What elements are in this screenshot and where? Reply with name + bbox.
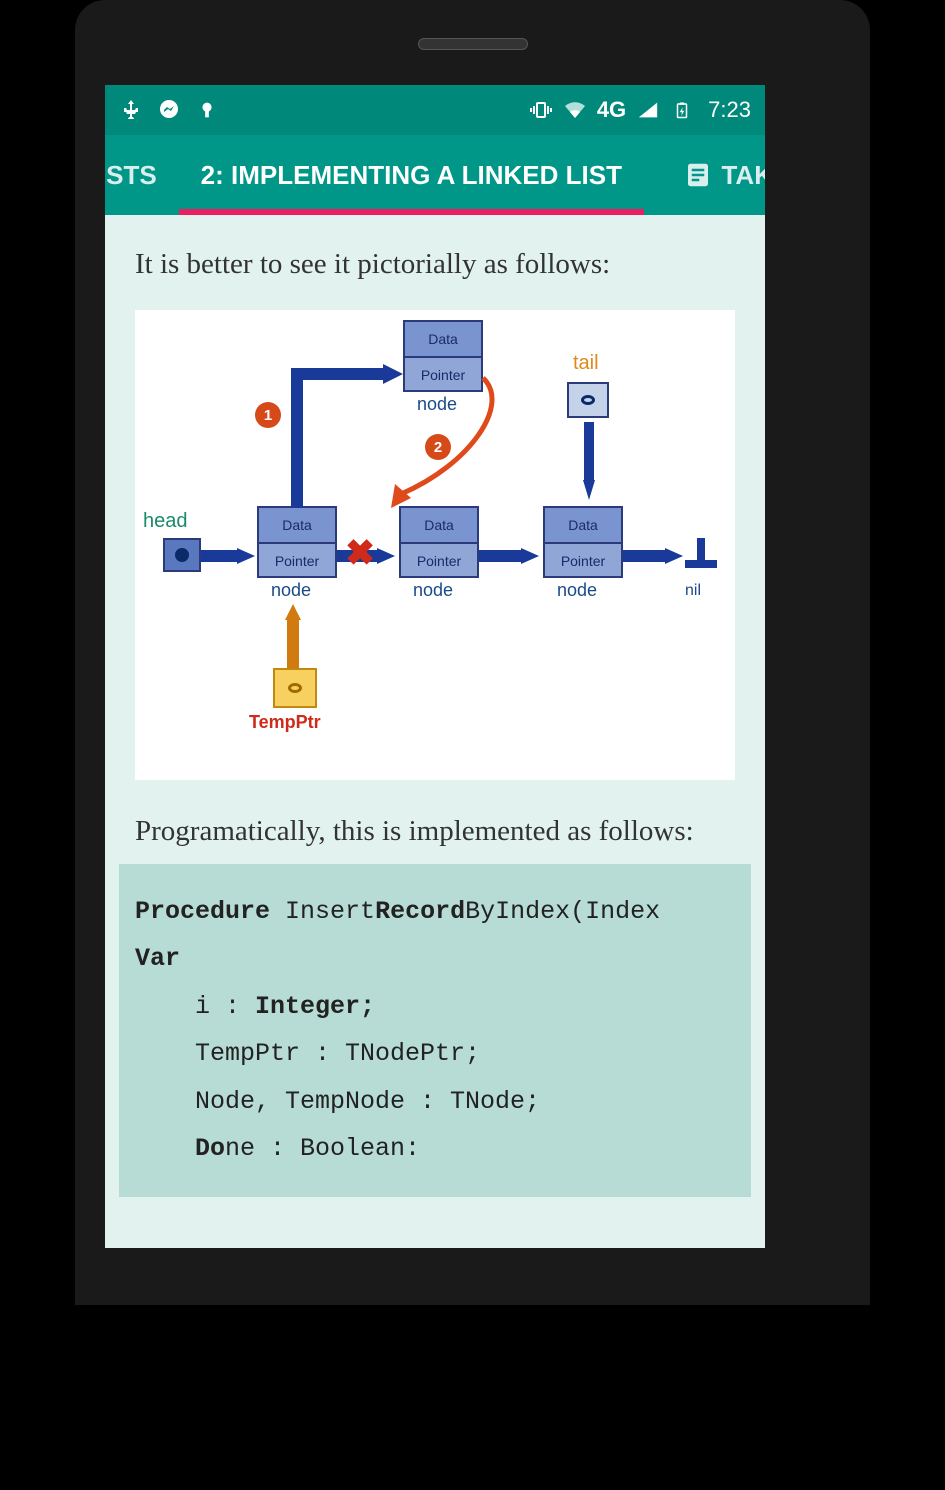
diagram-step1-badge: 1 xyxy=(255,402,281,428)
diagram-tempptr-label: TempPtr xyxy=(249,712,321,733)
arrow-tempptr xyxy=(287,604,307,670)
diagram-tail-label: tail xyxy=(573,352,599,375)
code-line-3: i : Integer; xyxy=(135,983,735,1031)
debug-icon xyxy=(195,98,219,122)
tab-bar: D LISTS 2: IMPLEMENTING A LINKED LIST TA… xyxy=(105,135,765,215)
clock: 7:23 xyxy=(708,97,751,123)
diagram-nil-symbol xyxy=(683,538,723,574)
vibrate-icon xyxy=(529,98,553,122)
content-area[interactable]: It is better to see it pictorially as fo… xyxy=(105,215,765,1211)
signal-icon xyxy=(636,98,660,122)
screen: 4G 7:23 D LISTS 2: IMPLEMENTING A LINKED… xyxy=(105,85,765,1248)
diagram-head-box xyxy=(163,538,201,572)
diagram-tempptr-box xyxy=(273,668,317,708)
diagram-head-label: head xyxy=(143,510,188,533)
wifi-icon xyxy=(563,98,587,122)
diagram-step2-badge: 2 xyxy=(425,434,451,460)
diagram-x-mark: ✖ xyxy=(345,532,375,574)
tab-implementing[interactable]: 2: IMPLEMENTING A LINKED LIST xyxy=(179,135,644,215)
tab-take-notes-label: TAK xyxy=(721,160,765,191)
diagram-node-1: Data Pointer xyxy=(257,506,337,578)
phone-speaker xyxy=(418,38,528,50)
messenger-icon xyxy=(157,98,181,122)
linked-list-diagram: Data Pointer node tail head Data Pointer xyxy=(135,310,735,780)
network-label: 4G xyxy=(597,97,626,123)
usb-icon xyxy=(119,98,143,122)
arrow-head-to-n1 xyxy=(201,548,257,570)
arrow-n3-to-nil xyxy=(623,548,687,570)
diagram-node-2: Data Pointer xyxy=(399,506,479,578)
code-block: Procedure InsertRecordByIndex(Index Var … xyxy=(119,864,751,1197)
diagram-data-label: Data xyxy=(405,322,481,356)
code-line-5: Node, TempNode : TNode; xyxy=(135,1078,735,1126)
code-line-6: Done : Boolean: xyxy=(135,1125,735,1173)
status-bar: 4G 7:23 xyxy=(105,85,765,135)
battery-icon xyxy=(670,98,694,122)
diagram-tail-box xyxy=(567,382,609,418)
code-line-2: Var xyxy=(135,935,735,983)
second-text: Programatically, this is implemented as … xyxy=(135,810,735,854)
lesson-card: It is better to see it pictorially as fo… xyxy=(119,229,751,1197)
tab-lists-label: D LISTS xyxy=(105,160,157,191)
tab-take-notes[interactable]: TAK xyxy=(661,135,765,215)
tab-implementing-label: 2: IMPLEMENTING A LINKED LIST xyxy=(201,160,622,191)
code-line-4: TempPtr : TNodePtr; xyxy=(135,1030,735,1078)
arrow-tail-down xyxy=(583,422,603,502)
tab-lists[interactable]: D LISTS xyxy=(105,135,179,215)
diagram-node-3: Data Pointer xyxy=(543,506,623,578)
code-line-1: Procedure InsertRecordByIndex(Index xyxy=(135,888,735,936)
diagram-nil-label: nil xyxy=(685,582,701,600)
arrow-n2-to-n3 xyxy=(479,548,543,570)
notes-icon xyxy=(683,160,713,190)
intro-text: It is better to see it pictorially as fo… xyxy=(135,245,735,284)
